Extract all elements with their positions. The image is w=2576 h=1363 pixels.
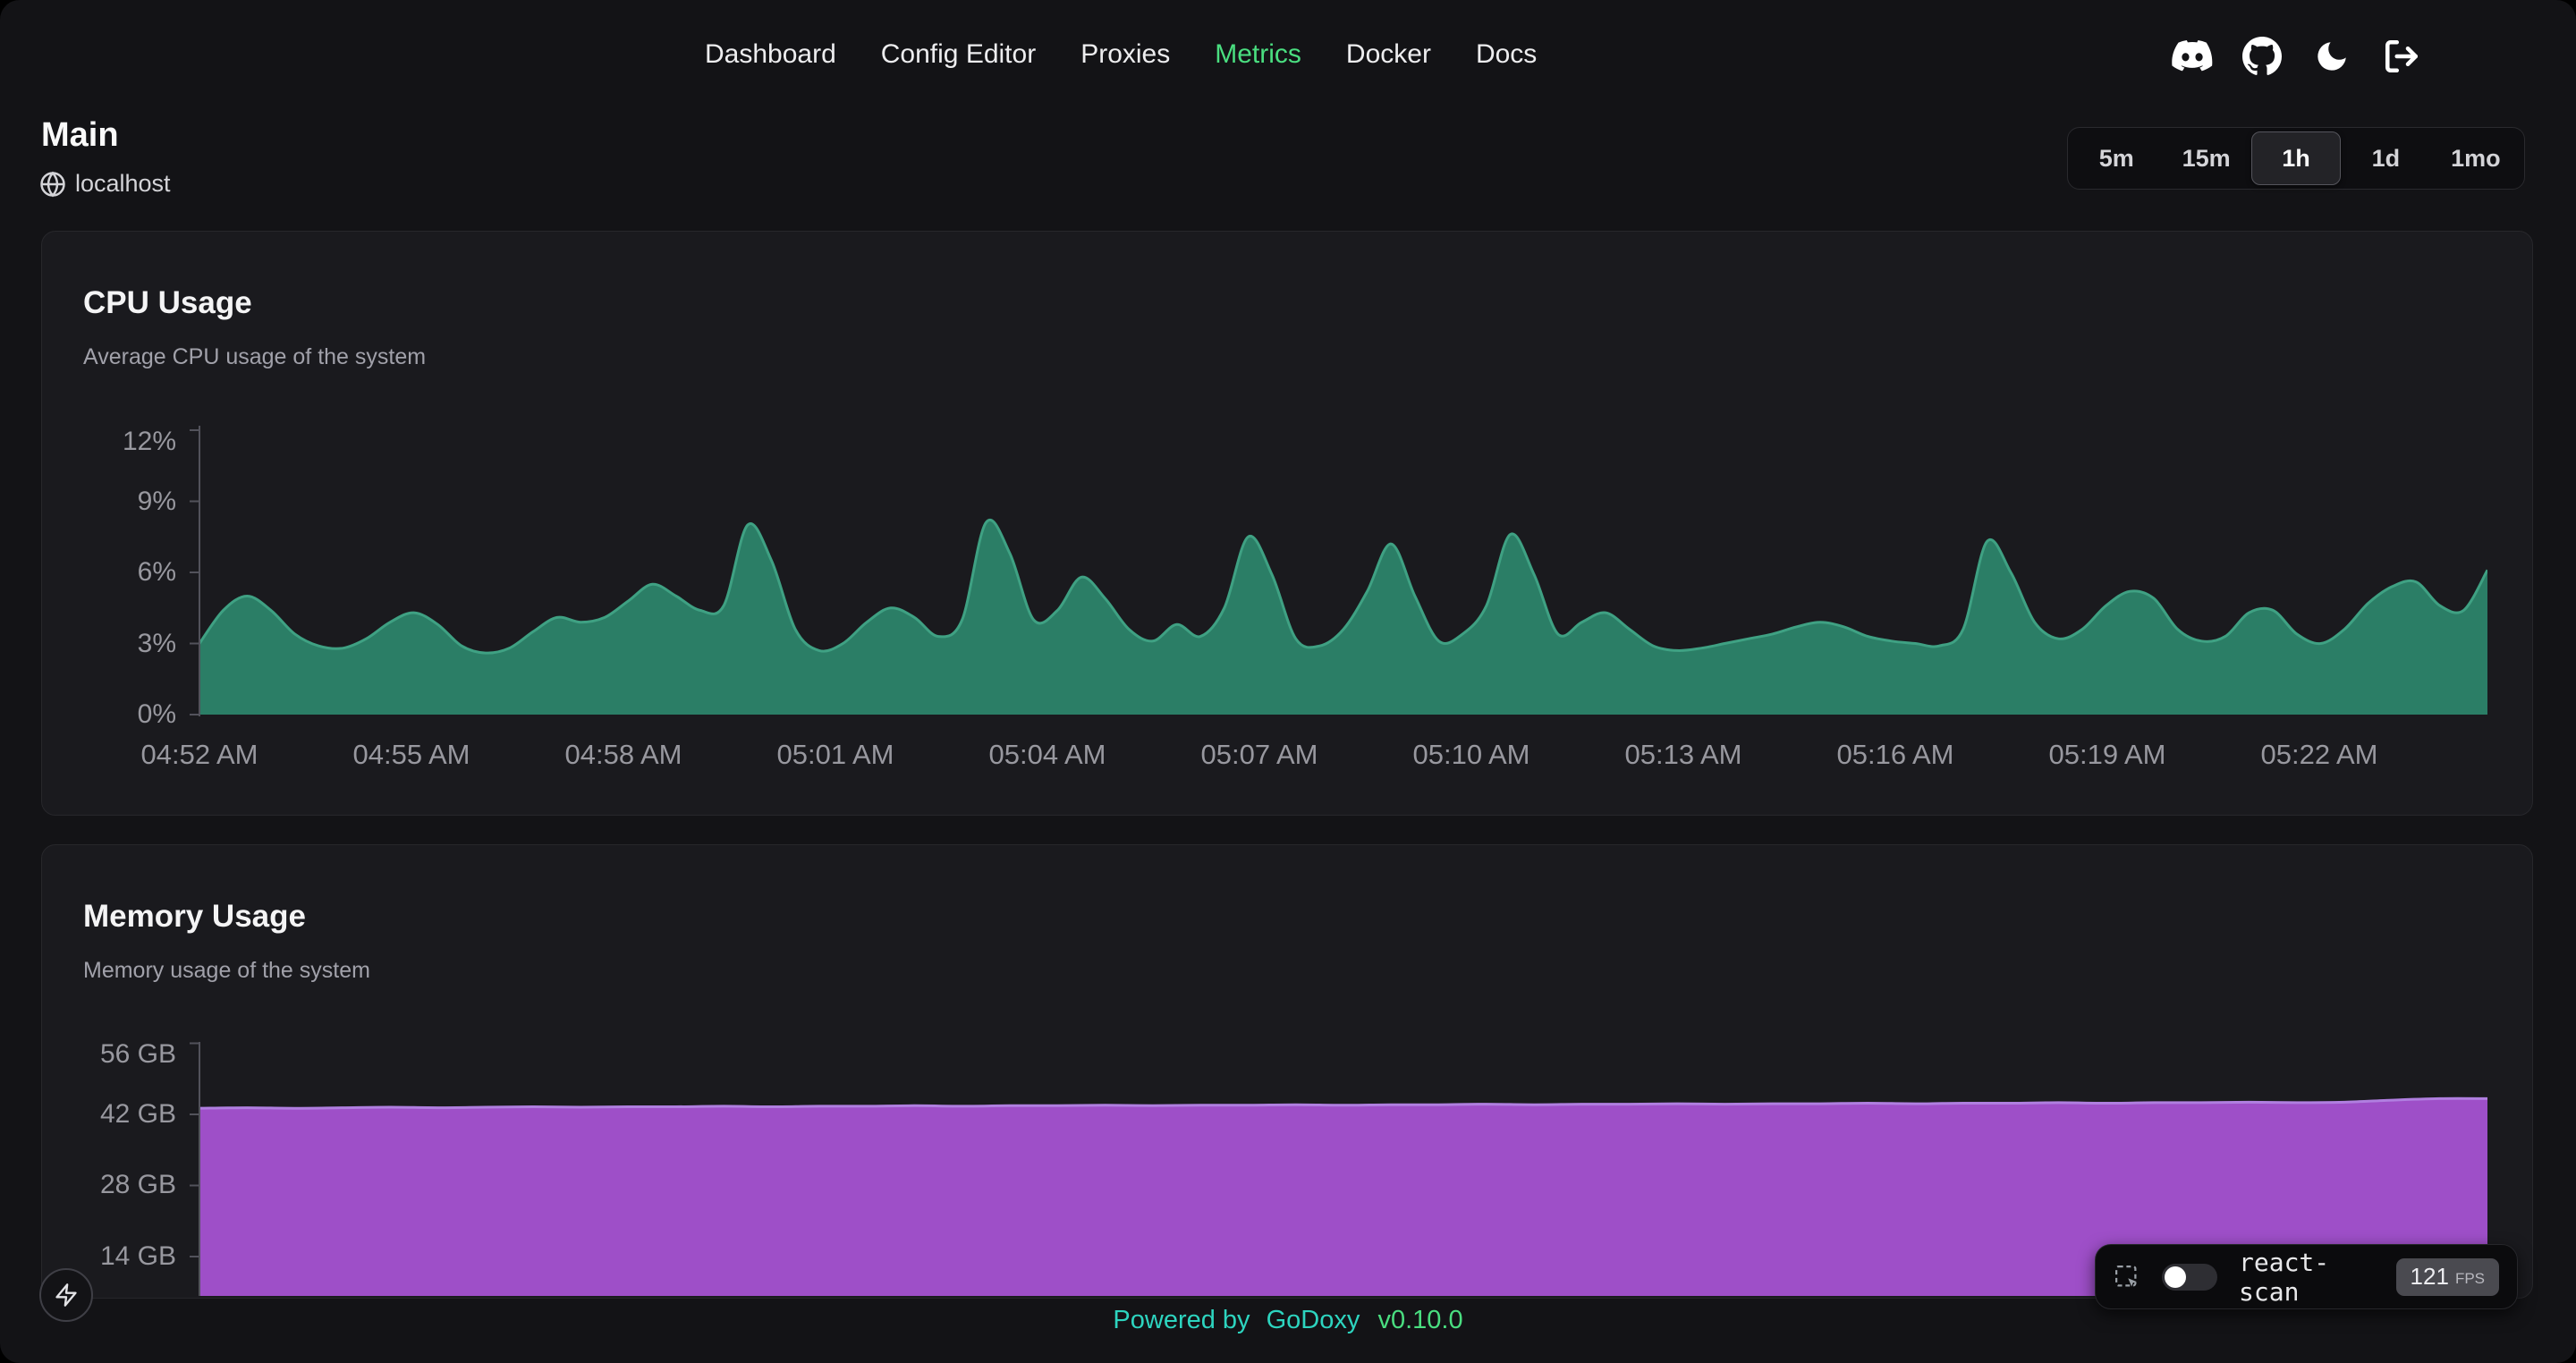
globe-icon <box>39 171 66 198</box>
nav-icon-group <box>2172 36 2422 77</box>
nav-docker[interactable]: Docker <box>1346 39 1431 70</box>
y-axis-tick-label: 14 GB <box>42 1241 176 1272</box>
time-range-5m[interactable]: 5m <box>2072 131 2161 185</box>
x-axis-tick-label: 05:22 AM <box>2261 739 2378 771</box>
toggle-knob <box>2165 1266 2186 1288</box>
x-axis-tick-label: 05:16 AM <box>1837 739 1954 771</box>
cpu-usage-plot <box>189 422 2487 719</box>
godoxy-link[interactable]: GoDoxy <box>1267 1306 1360 1334</box>
y-axis-tick-label: 42 GB <box>42 1099 176 1130</box>
time-range-1mo[interactable]: 1mo <box>2431 131 2521 185</box>
page-title: Main <box>41 116 119 155</box>
app-window: Dashboard Config Editor Proxies Metrics … <box>0 0 2576 1363</box>
cpu-card-subtitle: Average CPU usage of the system <box>83 344 426 370</box>
host-label: localhost <box>75 170 171 198</box>
memory-card-subtitle: Memory usage of the system <box>83 958 370 984</box>
memory-card-title: Memory Usage <box>83 899 306 935</box>
nav-proxies[interactable]: Proxies <box>1080 39 1170 70</box>
x-axis-tick-label: 04:52 AM <box>141 739 258 771</box>
x-axis-tick-label: 04:58 AM <box>565 739 682 771</box>
y-axis-tick-label: 9% <box>42 487 176 517</box>
time-range-1h[interactable]: 1h <box>2251 131 2341 185</box>
fps-unit: FPS <box>2455 1266 2485 1288</box>
y-axis-tick-label: 56 GB <box>42 1039 176 1070</box>
footer: Powered by GoDoxy v0.10.0 <box>0 1306 2576 1335</box>
github-icon[interactable] <box>2241 36 2283 77</box>
host-row: localhost <box>39 170 171 198</box>
cpu-usage-chart: 0% 3% 6% 9% 12% 04:52 AM 04:55 AM 04:58 AM 05:01… <box>42 420 2532 805</box>
x-axis-tick-label: 05:04 AM <box>989 739 1106 771</box>
cpu-card-title: CPU Usage <box>83 285 252 321</box>
time-range-1d[interactable]: 1d <box>2341 131 2430 185</box>
x-axis-tick-label: 05:07 AM <box>1201 739 1318 771</box>
time-range-15m[interactable]: 15m <box>2161 131 2250 185</box>
react-scan-toolbar: react-scan 121 FPS <box>2095 1244 2518 1309</box>
y-axis-tick-label: 28 GB <box>42 1170 176 1200</box>
x-axis-tick-label: 05:19 AM <box>2049 739 2166 771</box>
y-axis-tick-label: 12% <box>42 427 176 457</box>
x-axis-tick-label: 05:01 AM <box>777 739 894 771</box>
nav-metrics[interactable]: Metrics <box>1215 39 1301 70</box>
theme-toggle-moon-icon[interactable] <box>2311 36 2352 77</box>
fps-value: 121 <box>2411 1263 2449 1291</box>
zap-icon <box>54 1283 79 1308</box>
main-nav: Dashboard Config Editor Proxies Metrics … <box>705 39 1537 70</box>
quick-actions-button[interactable] <box>39 1268 93 1322</box>
cpu-usage-card: CPU Usage Average CPU usage of the syste… <box>41 231 2533 816</box>
nav-docs[interactable]: Docs <box>1476 39 1537 70</box>
x-axis-tick-label: 04:55 AM <box>353 739 470 771</box>
time-range-selector: 5m 15m 1h 1d 1mo <box>2067 127 2525 190</box>
powered-by-label: Powered by <box>1113 1306 1250 1334</box>
logout-icon[interactable] <box>2381 36 2422 77</box>
memory-usage-card: Memory Usage Memory usage of the system … <box>41 844 2533 1299</box>
y-axis-tick-label: 0% <box>42 699 176 730</box>
react-scan-toggle[interactable] <box>2162 1264 2217 1291</box>
react-scan-label: react-scan <box>2239 1248 2375 1307</box>
x-axis-tick-label: 05:10 AM <box>1413 739 1530 771</box>
discord-icon[interactable] <box>2172 36 2213 77</box>
y-axis-tick-label: 3% <box>42 629 176 659</box>
inspect-icon[interactable] <box>2114 1264 2140 1291</box>
version-label: v0.10.0 <box>1377 1306 1462 1334</box>
x-axis-tick-label: 05:13 AM <box>1625 739 1742 771</box>
nav-config-editor[interactable]: Config Editor <box>881 39 1036 70</box>
y-axis-tick-label: 6% <box>42 557 176 588</box>
nav-dashboard[interactable]: Dashboard <box>705 39 836 70</box>
fps-badge: 121 FPS <box>2396 1258 2499 1296</box>
